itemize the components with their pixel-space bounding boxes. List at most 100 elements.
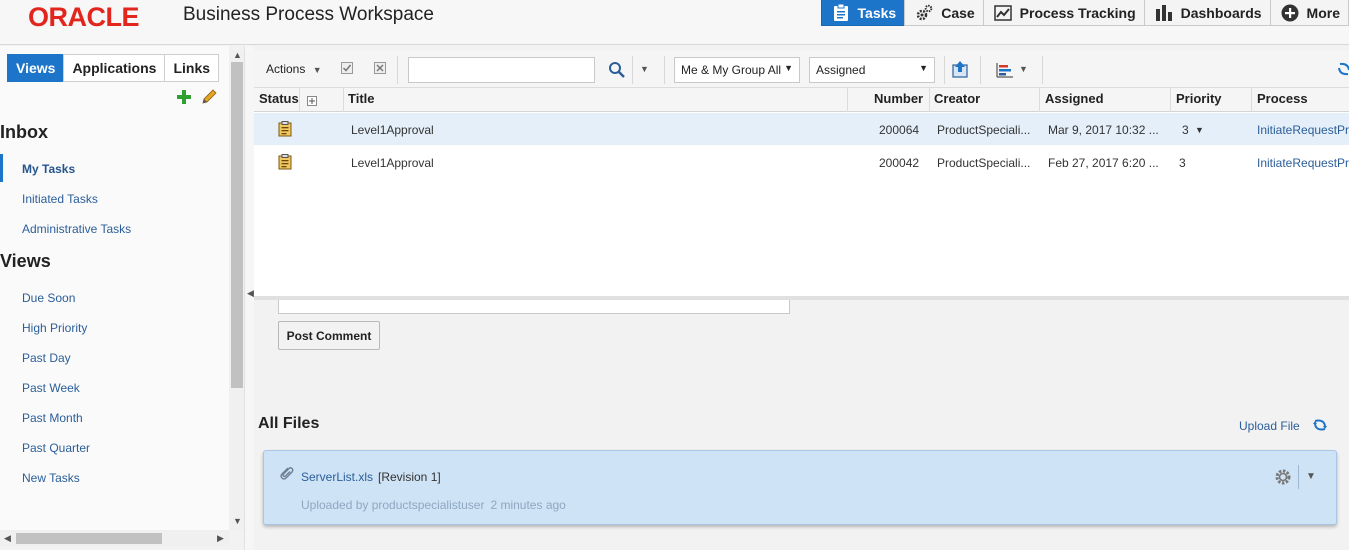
checkmark-icon[interactable]: [341, 62, 353, 77]
sidebar-item-administrative-tasks[interactable]: Administrative Tasks: [22, 222, 131, 236]
nav-dashboards-label: Dashboards: [1180, 4, 1262, 21]
comment-textarea[interactable]: [278, 300, 790, 314]
scroll-up-arrow-icon[interactable]: ▲: [233, 50, 242, 60]
column-divider: [1251, 88, 1252, 112]
column-process[interactable]: Process: [1257, 91, 1308, 106]
search-icon[interactable]: [608, 61, 626, 82]
column-status[interactable]: Status: [259, 91, 299, 106]
nav-tasks-button[interactable]: Tasks: [820, 0, 906, 26]
column-divider: [299, 88, 300, 112]
actions-menu[interactable]: Actions ▼: [266, 62, 322, 76]
tab-links[interactable]: Links: [164, 54, 220, 82]
column-divider: [929, 88, 930, 112]
file-name-link[interactable]: ServerList.xls: [301, 470, 373, 484]
clipboard-icon: [832, 3, 850, 22]
task-creator: ProductSpeciali...: [937, 123, 1031, 137]
views-title: Views: [0, 251, 51, 271]
gears-icon: [915, 4, 933, 22]
file-revision: [Revision 1]: [378, 470, 441, 484]
toolbar-divider: [632, 56, 633, 84]
task-creator: ProductSpeciali...: [937, 156, 1031, 170]
column-creator[interactable]: Creator: [934, 91, 980, 106]
assignee-filter-select[interactable]: Me & My Group All ▼: [674, 57, 800, 83]
panel-splitter[interactable]: ◀: [244, 46, 254, 550]
column-assigned[interactable]: Assigned: [1045, 91, 1104, 106]
state-filter-select[interactable]: Assigned ▼: [809, 57, 935, 83]
edit-view-icon[interactable]: [201, 89, 217, 105]
sidebar-horizontal-scrollbar[interactable]: ◀ ▶: [0, 530, 229, 546]
refresh-files-icon[interactable]: [1312, 417, 1328, 436]
scrollbar-thumb[interactable]: [231, 62, 243, 388]
tab-views[interactable]: Views: [7, 54, 65, 82]
sidebar-vertical-scrollbar[interactable]: ▲ ▼: [229, 50, 244, 530]
file-uploaded-by: Uploaded by productspecialistuser: [301, 498, 485, 512]
line-chart-icon: [993, 4, 1012, 22]
collapse-arrow-icon[interactable]: ◀: [247, 288, 254, 299]
sidebar-tabs: Views Applications Links: [7, 54, 220, 82]
scrollbar-thumb[interactable]: [16, 533, 162, 544]
app-header: ORACLE Business Process Workspace Tasks …: [0, 0, 1349, 45]
sidebar-item-my-tasks[interactable]: My Tasks: [22, 162, 75, 176]
sidebar-item-past-quarter[interactable]: Past Quarter: [22, 441, 90, 455]
gear-icon[interactable]: [1274, 468, 1292, 489]
expand-icon[interactable]: [307, 95, 317, 109]
all-files-title: All Files: [258, 415, 320, 432]
bar-chart-icon: [1155, 4, 1173, 22]
post-comment-button[interactable]: Post Comment: [278, 321, 380, 350]
sidebar-item-past-month[interactable]: Past Month: [22, 411, 83, 425]
chevron-down-icon: ▼: [919, 63, 928, 73]
nav-process-tracking-button[interactable]: Process Tracking: [982, 0, 1145, 26]
scroll-right-arrow-icon[interactable]: ▶: [217, 533, 224, 544]
table-row[interactable]: Level1Approval 200064 ProductSpeciali...…: [254, 113, 1349, 145]
nav-more-button[interactable]: More: [1269, 0, 1349, 26]
search-input[interactable]: [408, 57, 595, 83]
toolbar-divider: [1042, 56, 1043, 84]
export-icon[interactable]: [951, 60, 969, 81]
sidebar-item-due-soon[interactable]: Due Soon: [22, 291, 75, 305]
nav-dashboards-button[interactable]: Dashboards: [1143, 0, 1271, 26]
task-priority[interactable]: 3: [1182, 123, 1189, 137]
sidebar-item-past-day[interactable]: Past Day: [22, 351, 71, 365]
column-divider: [1170, 88, 1171, 112]
task-assigned: Mar 9, 2017 10:32 ...: [1048, 123, 1159, 137]
tab-applications[interactable]: Applications: [63, 54, 166, 82]
task-process-link[interactable]: InitiateRequestPr: [1257, 156, 1349, 170]
scroll-left-arrow-icon[interactable]: ◀: [4, 533, 11, 544]
left-panel: Views Applications Links Inbox My Tasks …: [0, 46, 229, 530]
sidebar-item-high-priority[interactable]: High Priority: [22, 321, 87, 335]
upload-file-link[interactable]: Upload File: [1239, 419, 1300, 433]
file-upload-time: 2 minutes ago: [490, 498, 566, 512]
priority-dropdown-icon[interactable]: ▼: [1195, 125, 1204, 135]
top-navigation: Tasks Case Process Tracking Dashboards M…: [820, 0, 1349, 26]
toolbar-divider: [980, 56, 981, 84]
close-icon[interactable]: [374, 62, 386, 77]
toolbar-divider: [664, 56, 665, 84]
nav-case-button[interactable]: Case: [904, 0, 984, 26]
column-title[interactable]: Title: [348, 91, 375, 106]
add-view-icon[interactable]: [176, 89, 192, 105]
task-table: Status Title Number Creator Assigned Pri…: [254, 88, 1349, 298]
toolbar-divider: [944, 56, 945, 84]
column-priority[interactable]: Priority: [1176, 91, 1222, 106]
column-divider: [847, 88, 848, 112]
nav-tasks-label: Tasks: [857, 4, 897, 21]
search-options-chevron-icon[interactable]: ▼: [640, 64, 649, 74]
scroll-down-arrow-icon[interactable]: ▼: [233, 516, 242, 526]
table-header: Status Title Number Creator Assigned Pri…: [254, 88, 1349, 112]
file-upload-info: Uploaded by productspecialistuser 2 minut…: [301, 498, 566, 512]
task-process-link[interactable]: InitiateRequestPr: [1257, 123, 1349, 137]
selection-indicator: [0, 154, 3, 182]
sidebar-item-initiated-tasks[interactable]: Initiated Tasks: [22, 192, 98, 206]
task-clipboard-icon: [278, 154, 292, 173]
chart-icon[interactable]: [996, 62, 1014, 81]
file-options-chevron-icon[interactable]: ▼: [1306, 471, 1316, 482]
column-number[interactable]: Number: [874, 91, 923, 106]
task-priority: 3: [1179, 156, 1186, 170]
sidebar-item-past-week[interactable]: Past Week: [22, 381, 80, 395]
chart-options-chevron-icon[interactable]: ▼: [1019, 64, 1028, 74]
chevron-down-icon: ▼: [312, 65, 322, 75]
oracle-logo: ORACLE: [28, 2, 140, 32]
refresh-icon[interactable]: [1338, 61, 1349, 80]
sidebar-item-new-tasks[interactable]: New Tasks: [22, 471, 80, 485]
table-row[interactable]: Level1Approval 200042 ProductSpeciali...…: [254, 146, 1349, 178]
